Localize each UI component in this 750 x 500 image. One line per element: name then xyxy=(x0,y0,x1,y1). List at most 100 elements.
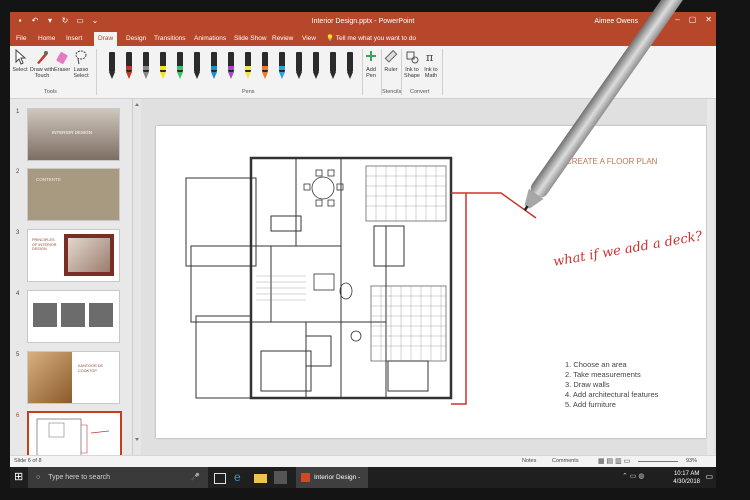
convert-group-label: Convert xyxy=(410,89,430,95)
toilet-sink-drawing xyxy=(313,273,362,342)
lasso-select-button[interactable]: Lasso Select xyxy=(72,49,90,79)
pen-2[interactable] xyxy=(125,52,133,82)
ribbon: Select Draw with Touch Eraser Lasso Sele… xyxy=(10,46,716,99)
tab-transitions[interactable]: Transitions xyxy=(150,32,190,46)
notifications-icon[interactable]: ▭ xyxy=(705,472,713,481)
pen-12[interactable] xyxy=(295,52,303,82)
eraser-button[interactable]: Eraser xyxy=(54,49,70,73)
title-bar: ▪ ↶ ▾ ↻ ▭ ⌄ Interior Design.pptx - Power… xyxy=(10,12,716,32)
tab-view[interactable]: View xyxy=(298,32,320,46)
thumbnail-scrollbar[interactable] xyxy=(134,102,140,442)
touch-draw-icon xyxy=(37,51,48,64)
user-name[interactable]: Aimee Owens xyxy=(594,18,638,25)
search-icon: ○ xyxy=(36,474,41,481)
pen-3[interactable] xyxy=(142,52,150,82)
group-separator xyxy=(96,49,97,95)
taskbar-clock[interactable]: 10:17 AM 4/30/2018 xyxy=(673,470,700,486)
zoom-level[interactable]: 93% xyxy=(686,458,697,464)
pen-14[interactable] xyxy=(329,52,337,82)
slide-thumbnail-5[interactable]: KANTOOR DE COOKTOP xyxy=(27,351,120,404)
tab-design[interactable]: Design xyxy=(122,32,150,46)
ink-to-shape-button[interactable]: Ink to Shape xyxy=(403,49,421,79)
pen-9[interactable] xyxy=(244,52,252,82)
step-item: 2. Take measurements xyxy=(565,370,641,379)
tab-home[interactable]: Home xyxy=(34,32,59,46)
windows-start-icon[interactable]: ⊞ xyxy=(14,470,23,483)
tab-slide-show[interactable]: Slide Show xyxy=(230,32,271,46)
system-tray-icons[interactable]: ⌃ ▭ ◍ xyxy=(622,472,644,480)
view-buttons[interactable]: ▦ ▤ ▥ ▭ xyxy=(598,457,630,465)
search-placeholder: Type here to search xyxy=(48,474,111,481)
ink-to-math-icon: π xyxy=(426,51,433,64)
stencils-group-label: Stencils xyxy=(382,89,402,95)
pen-10[interactable] xyxy=(261,52,269,82)
eraser-icon xyxy=(56,52,68,64)
close-button[interactable]: ✕ xyxy=(705,15,712,24)
pen-6[interactable] xyxy=(193,52,201,82)
pen-color-band xyxy=(109,66,115,70)
task-view-icon[interactable] xyxy=(214,473,226,484)
ruler-label: Ruler xyxy=(384,67,398,73)
slide-thumbnail-1[interactable]: INTERIOR DESIGN xyxy=(27,108,120,161)
edge-icon[interactable]: e xyxy=(234,471,247,484)
editor-scrollbar[interactable] xyxy=(707,99,714,455)
pen-color-band xyxy=(228,66,234,70)
notes-button[interactable]: Notes xyxy=(522,458,536,464)
lasso-icon xyxy=(75,50,87,65)
pen-color-band xyxy=(279,66,285,70)
comments-button[interactable]: Comments xyxy=(552,458,579,464)
store-icon[interactable] xyxy=(274,471,287,484)
pen-15[interactable] xyxy=(346,52,354,82)
thumbnail-title: CONTENTS xyxy=(36,177,61,182)
pen-13[interactable] xyxy=(312,52,320,82)
file-explorer-icon[interactable] xyxy=(254,474,267,483)
pen-color-band xyxy=(177,66,183,70)
taskbar-search[interactable]: ○ Type here to search 🎤 xyxy=(28,467,208,488)
ribbon-display-icon[interactable]: ▣ xyxy=(659,15,667,24)
pen-tip xyxy=(262,72,268,79)
pen-tip xyxy=(177,72,183,79)
maximize-button[interactable]: ▢ xyxy=(689,15,697,24)
ribbon-tabs: File Home Insert Draw Design Transitions… xyxy=(10,32,716,46)
zoom-slider[interactable] xyxy=(638,461,678,462)
thumbnail-number: 4 xyxy=(16,291,20,297)
pen-8[interactable] xyxy=(227,52,235,82)
microphone-icon[interactable]: 🎤 xyxy=(191,467,200,488)
pen-1[interactable] xyxy=(108,52,116,82)
grid-hatching xyxy=(256,166,446,361)
thumbnail-number: 1 xyxy=(16,109,20,115)
pen-color-band xyxy=(194,66,200,70)
add-pen-button[interactable]: Add Pen xyxy=(364,49,378,79)
slide-thumbnail-3[interactable]: PRINCIPLES OF INTERIOR DESIGN xyxy=(27,229,120,282)
slide-thumbnail-4[interactable] xyxy=(27,290,120,343)
pens-group-label: Pens xyxy=(242,89,255,95)
ink-to-math-button[interactable]: π Ink to Math xyxy=(423,49,439,79)
pen-5[interactable] xyxy=(176,52,184,82)
deck-outline-ink xyxy=(451,192,537,405)
minimize-button[interactable]: – xyxy=(675,15,679,24)
powerpoint-taskbar-button[interactable]: Interior Design - P... xyxy=(296,467,368,488)
tell-me-box[interactable]: 💡 Tell me what you want to do xyxy=(326,32,416,46)
screen: ▪ ↶ ▾ ↻ ▭ ⌄ Interior Design.pptx - Power… xyxy=(10,12,716,488)
tab-review[interactable]: Review xyxy=(268,32,297,46)
pen-tip xyxy=(160,72,166,79)
slide-thumbnail-2[interactable]: CONTENTS xyxy=(27,168,120,221)
pen-7[interactable] xyxy=(210,52,218,82)
tab-file[interactable]: File xyxy=(12,32,30,46)
select-button[interactable]: Select xyxy=(12,49,28,73)
ruler-button[interactable]: Ruler xyxy=(383,49,399,73)
tab-insert[interactable]: Insert xyxy=(62,32,86,46)
current-slide[interactable]: CREATE A FLOOR PLAN what if we add a dec… xyxy=(156,126,706,438)
pen-tip xyxy=(245,72,251,79)
portrait-photo xyxy=(64,234,114,276)
group-separator xyxy=(362,49,363,95)
draw-with-touch-button[interactable]: Draw with Touch xyxy=(29,49,55,79)
pen-11[interactable] xyxy=(278,52,286,82)
ink-to-shape-label: Ink to Shape xyxy=(404,67,420,79)
pen-tip xyxy=(109,72,115,79)
tab-animations[interactable]: Animations xyxy=(190,32,230,46)
tab-draw[interactable]: Draw xyxy=(94,32,118,46)
add-pen-label: Add Pen xyxy=(366,67,376,79)
thumbnail-number: 5 xyxy=(16,352,20,358)
pen-4[interactable] xyxy=(159,52,167,82)
